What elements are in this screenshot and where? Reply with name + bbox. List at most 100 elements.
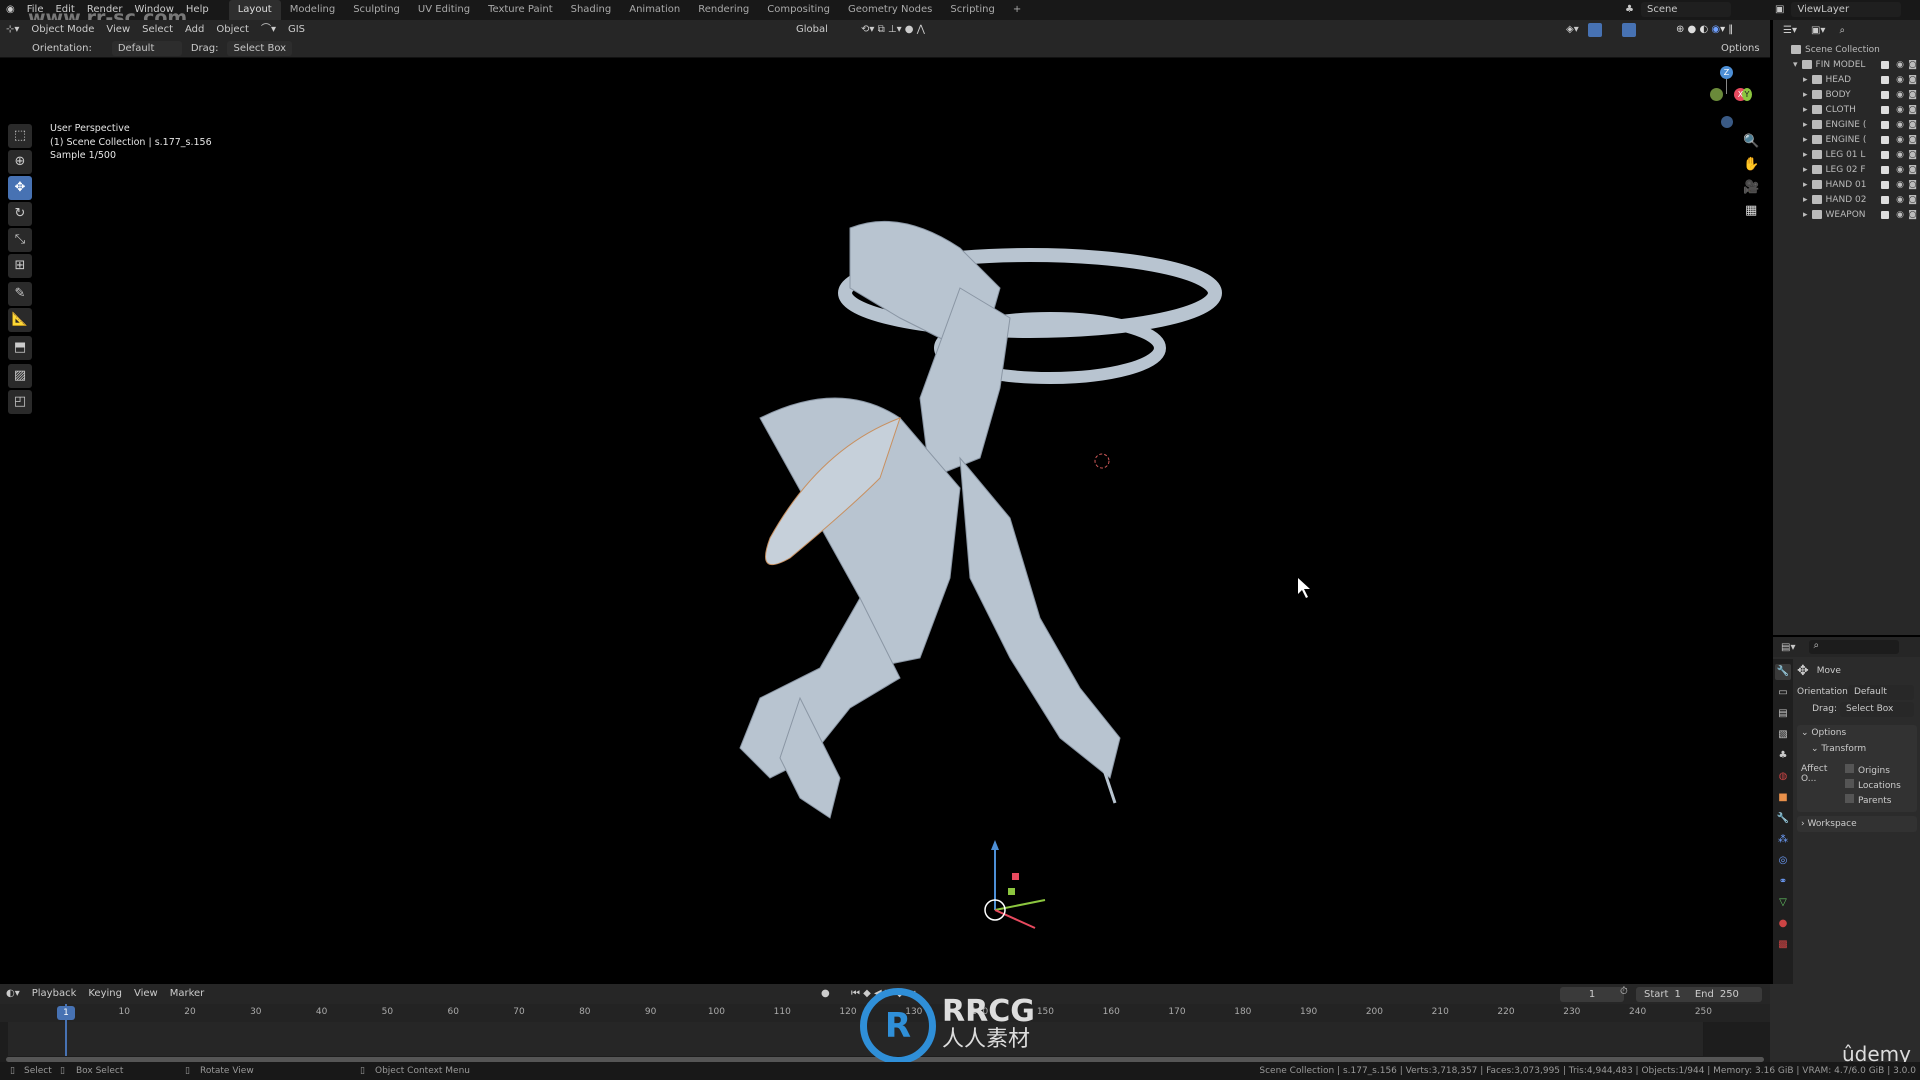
- editor-type-icon[interactable]: ⊹▾: [0, 21, 25, 39]
- playback-menu[interactable]: Playback: [26, 985, 83, 1003]
- shading-mode-icons[interactable]: ⊕ ● ◐ ◉▾ ‖: [1670, 21, 1739, 39]
- camera-icon[interactable]: ◙: [1908, 150, 1917, 160]
- orientation-dropdown[interactable]: Default: [111, 41, 182, 56]
- outliner-scene-collection[interactable]: Scene Collection: [1773, 42, 1920, 57]
- transform-subpanel-header[interactable]: ⌄ Transform: [1801, 738, 1913, 754]
- outliner-item[interactable]: ▸ LEG 01 L ◉ ◙: [1773, 147, 1920, 162]
- gizmo-neg-y-axis[interactable]: [1710, 88, 1723, 101]
- options-dropdown[interactable]: Options: [1715, 40, 1766, 58]
- camera-icon[interactable]: ◙: [1908, 210, 1917, 220]
- eye-icon[interactable]: ◉: [1896, 210, 1904, 220]
- menu-select[interactable]: Select: [136, 21, 179, 39]
- curve-icon[interactable]: ⌒▾: [255, 21, 282, 39]
- camera-icon[interactable]: ◙: [1908, 180, 1917, 190]
- blender-logo-icon[interactable]: ◉: [0, 0, 21, 20]
- menu-add[interactable]: Add: [179, 21, 210, 39]
- eye-icon[interactable]: ◉: [1896, 120, 1904, 130]
- drag-dropdown[interactable]: Select Box: [1840, 701, 1914, 717]
- ortho-grid-icon[interactable]: ▦: [1743, 199, 1759, 222]
- expand-icon[interactable]: ▸: [1803, 90, 1808, 100]
- scale-tool-icon[interactable]: ⤡: [8, 228, 32, 252]
- tab-modeling[interactable]: Modeling: [281, 0, 345, 20]
- end-frame-field[interactable]: 250: [1720, 987, 1739, 1002]
- view-menu[interactable]: View: [128, 985, 164, 1003]
- camera-icon[interactable]: ◙: [1908, 195, 1917, 205]
- parents-checkbox[interactable]: Parents: [1845, 794, 1901, 809]
- display-mode-icon[interactable]: ☰▾: [1783, 25, 1797, 36]
- marker-menu[interactable]: Marker: [164, 985, 211, 1003]
- filter-icon[interactable]: ▣▾: [1811, 25, 1825, 36]
- render-tab-icon[interactable]: ▭: [1775, 685, 1791, 701]
- tab-uv-editing[interactable]: UV Editing: [409, 0, 479, 20]
- cursor-tool-icon[interactable]: ⊕: [8, 150, 32, 174]
- scene-selector[interactable]: Scene: [1640, 2, 1731, 17]
- add-cube-tool-icon[interactable]: ⬒: [8, 336, 32, 360]
- output-tab-icon[interactable]: ▤: [1775, 706, 1791, 722]
- camera-icon[interactable]: ◙: [1908, 165, 1917, 175]
- expand-icon[interactable]: ▸: [1803, 210, 1808, 220]
- drag-dropdown[interactable]: Select Box: [227, 41, 293, 56]
- eye-icon[interactable]: ◉: [1896, 180, 1904, 190]
- scene-icon[interactable]: ♣: [1625, 4, 1634, 15]
- menu-gis[interactable]: GIS: [282, 21, 311, 39]
- tool-tab-icon[interactable]: 🔧: [1775, 664, 1791, 680]
- search-icon[interactable]: ⌕: [1839, 25, 1845, 36]
- checkbox[interactable]: [1881, 195, 1889, 204]
- auto-key-icon[interactable]: ●: [815, 985, 836, 1003]
- eye-icon[interactable]: ◉: [1896, 90, 1904, 100]
- editor-type-icon[interactable]: ◐▾: [0, 985, 26, 1003]
- camera-icon[interactable]: ◙: [1908, 135, 1917, 145]
- constraints-tab-icon[interactable]: ⚭: [1775, 874, 1791, 890]
- expand-icon[interactable]: ▸: [1803, 135, 1808, 145]
- expand-icon[interactable]: ▸: [1803, 120, 1808, 130]
- keying-menu[interactable]: Keying: [82, 985, 128, 1003]
- outliner-item[interactable]: ▸ BODY ◉ ◙: [1773, 87, 1920, 102]
- pan-hand-icon[interactable]: ✋: [1743, 153, 1759, 176]
- start-frame-field[interactable]: 1: [1674, 987, 1680, 1002]
- timeline-tracks[interactable]: [8, 1022, 1703, 1056]
- checkbox[interactable]: [1881, 165, 1889, 174]
- scene-tab-icon[interactable]: ♣: [1775, 748, 1791, 764]
- tab-shading[interactable]: Shading: [562, 0, 621, 20]
- expand-icon[interactable]: ▸: [1803, 180, 1808, 190]
- editor-type-icon[interactable]: ▤▾: [1781, 642, 1795, 653]
- stopwatch-icon[interactable]: ⏱: [1620, 986, 1628, 997]
- eye-icon[interactable]: ◉: [1896, 105, 1904, 115]
- pivot-icon[interactable]: ⟲▾ ⧉ ⊥▾ ● ⋀: [855, 21, 931, 39]
- eye-icon[interactable]: ◉: [1896, 165, 1904, 175]
- world-tab-icon[interactable]: ◍: [1775, 769, 1791, 785]
- menu-view[interactable]: View: [100, 21, 136, 39]
- gizmo-z-axis[interactable]: Z: [1720, 66, 1733, 79]
- camera-icon[interactable]: ◙: [1908, 90, 1917, 100]
- expand-icon[interactable]: ▸: [1803, 75, 1808, 85]
- material-tab-icon[interactable]: ●: [1775, 916, 1791, 932]
- outliner-item[interactable]: ▸ ENGINE (◉ ◙: [1773, 117, 1920, 132]
- gizmo-neg-z-axis[interactable]: [1721, 116, 1733, 128]
- eye-icon[interactable]: ◉: [1896, 75, 1904, 85]
- rotate-tool-icon[interactable]: ↻: [8, 202, 32, 226]
- expand-icon[interactable]: ▸: [1803, 150, 1808, 160]
- camera-view-icon[interactable]: 🎥: [1743, 176, 1759, 199]
- zoom-icon[interactable]: 🔍: [1743, 130, 1759, 153]
- locations-checkbox[interactable]: Locations: [1845, 779, 1901, 794]
- tab-scripting[interactable]: Scripting: [941, 0, 1003, 20]
- checkbox[interactable]: [1881, 210, 1889, 219]
- gizmo-y-axis[interactable]: Y: [1742, 88, 1752, 101]
- workspace-panel-header[interactable]: › Workspace: [1797, 816, 1917, 832]
- origins-checkbox[interactable]: Origins: [1845, 764, 1901, 779]
- navigation-gizmo[interactable]: Z X Y: [1700, 64, 1770, 134]
- eye-icon[interactable]: ◉: [1896, 135, 1904, 145]
- select-box-tool-icon[interactable]: ⬚: [8, 124, 32, 148]
- modifier-tab-icon[interactable]: 🔧: [1775, 811, 1791, 827]
- checkbox[interactable]: [1881, 135, 1889, 144]
- annotate-tool-icon[interactable]: ✎: [8, 282, 32, 306]
- object-mode-dropdown[interactable]: Object Mode: [25, 21, 100, 39]
- tab-rendering[interactable]: Rendering: [689, 0, 758, 20]
- outliner-item[interactable]: ▸ HAND 01 ◉ ◙: [1773, 177, 1920, 192]
- object-tab-icon[interactable]: ■: [1775, 790, 1791, 806]
- outliner-item[interactable]: ▸ ENGINE (◉ ◙: [1773, 132, 1920, 147]
- tab-geometry-nodes[interactable]: Geometry Nodes: [839, 0, 941, 20]
- data-tab-icon[interactable]: ▽: [1775, 895, 1791, 911]
- expand-icon[interactable]: ▸: [1803, 195, 1808, 205]
- camera-icon[interactable]: ◙: [1908, 105, 1917, 115]
